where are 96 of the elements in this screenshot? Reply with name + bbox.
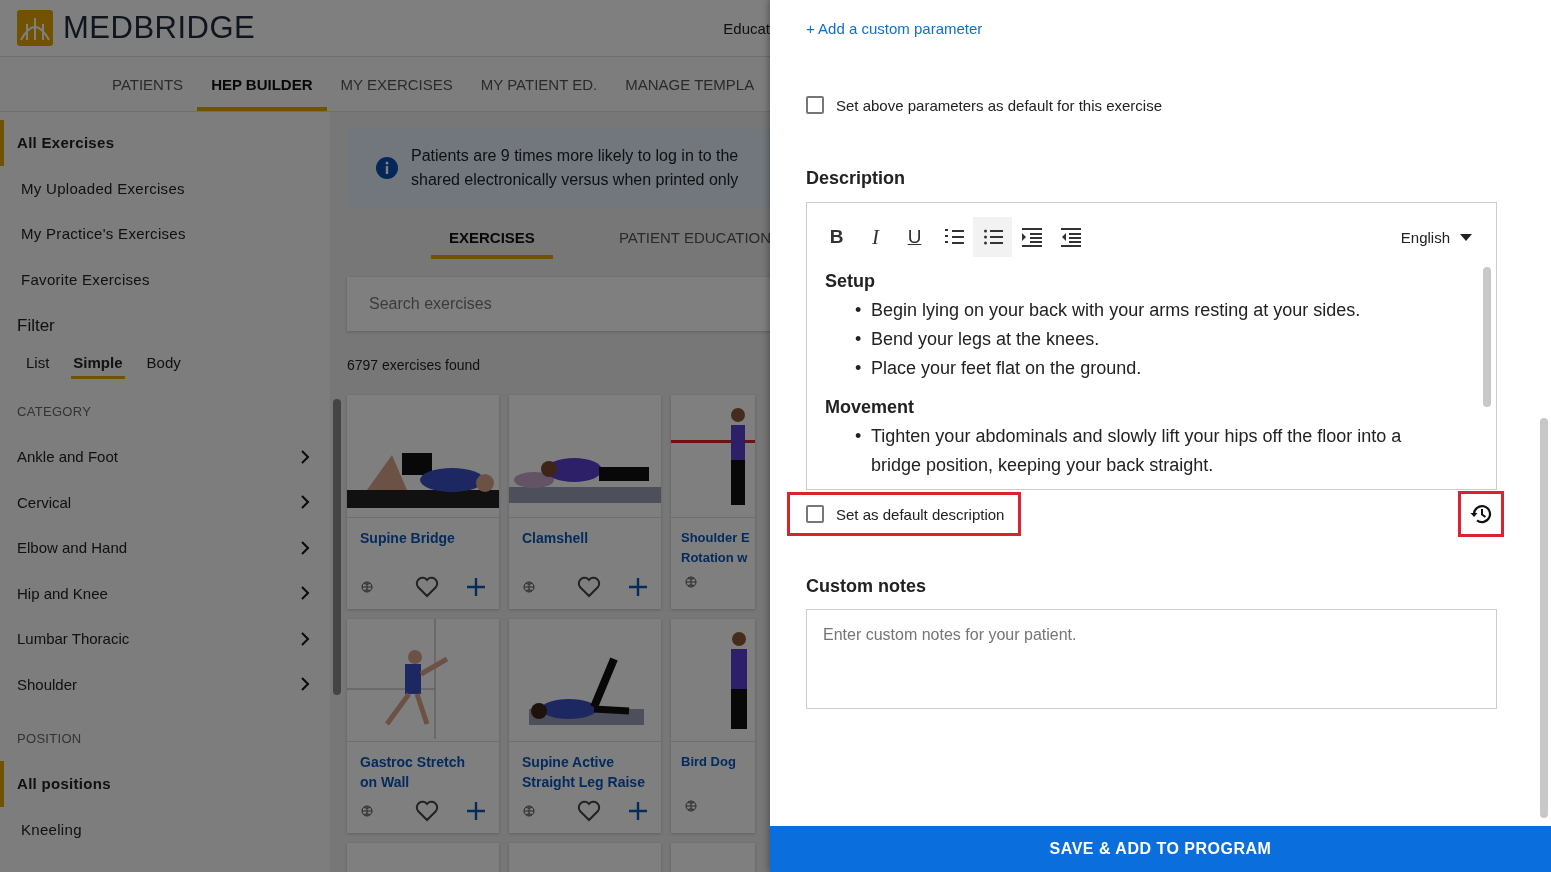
globe-icon — [523, 805, 535, 817]
chevron-right-icon — [300, 631, 310, 646]
instruction-item: Tighten your abdominals and slowly lift your hips off the floor into a bridge position, keeping your back straight. — [871, 425, 1403, 477]
header-menu-text[interactable]: Educat — [723, 19, 770, 37]
heart-icon[interactable] — [415, 800, 439, 822]
banner-text: shared electronically versus when printed only — [411, 169, 739, 190]
indent-icon — [1021, 227, 1042, 247]
save-button[interactable]: SAVE & ADD TO PROGRAM — [770, 826, 1551, 872]
underline-button[interactable]: U — [895, 217, 934, 257]
heart-icon[interactable] — [577, 800, 601, 822]
instruction-item: Bend your legs at the knees. — [871, 328, 1100, 351]
scrollbar-thumb[interactable] — [1483, 267, 1491, 407]
nav-tab[interactable]: MY PATIENT ED. — [466, 57, 612, 111]
chevron-right-icon — [300, 495, 310, 510]
scrollbar-thumb[interactable] — [1540, 418, 1548, 818]
exercise-card[interactable]: Supine Bridge — [347, 395, 499, 609]
bullet-marker: • — [855, 425, 861, 448]
filter-tab[interactable]: Body — [144, 352, 183, 379]
bullet-list-icon — [982, 227, 1003, 247]
banner-text: Patients are 9 times more likely to log in to the — [411, 145, 739, 166]
exercise-card[interactable]: Gastroc Stretch on Wall — [347, 619, 499, 833]
exercise-title[interactable]: Gastroc Stretch on Wall — [360, 752, 486, 792]
exercise-title[interactable]: Bird Dog — [681, 752, 755, 772]
result-count: 6797 exercises found — [347, 357, 482, 373]
position-heading: POSITION — [17, 731, 82, 746]
notes-heading: Custom notes — [806, 576, 927, 597]
globe-icon — [685, 800, 697, 812]
exercise-title[interactable]: Shoulder E Rotation w — [681, 528, 755, 568]
bullet-marker: • — [855, 357, 861, 380]
sidebar-item[interactable]: My Uploaded Exercises — [0, 165, 330, 211]
add-parameter-link[interactable]: + Add a custom parameter — [806, 20, 983, 37]
nav-tab[interactable]: MY EXERCISES — [326, 57, 467, 111]
bullet-marker: • — [855, 328, 861, 351]
numbered-list-icon — [943, 227, 964, 247]
outdent-icon — [1060, 227, 1081, 247]
filter-title: Filter — [17, 316, 55, 335]
bridge-logo-icon — [17, 10, 53, 46]
checkbox-label: Set as default description — [836, 505, 1005, 523]
scrollbar-thumb[interactable] — [333, 399, 341, 695]
chevron-right-icon — [300, 586, 310, 601]
exercise-title[interactable]: Clamshell — [522, 528, 648, 548]
filter-tab[interactable]: List — [24, 352, 52, 379]
sidebar-item[interactable]: My Practice's Exercises — [0, 211, 330, 257]
checkbox-label: Set above parameters as default for this exercise — [836, 96, 1162, 114]
logo-text[interactable]: MEDBRIDGE — [63, 10, 256, 46]
exercise-card[interactable]: Bird Dog — [671, 619, 755, 833]
instruction-item: Place your feet flat on the ground. — [871, 357, 1142, 380]
section-heading: Movement — [825, 397, 915, 418]
plus-icon[interactable] — [629, 802, 647, 820]
history-icon — [1469, 502, 1493, 526]
exercise-card[interactable]: Clamshell — [509, 395, 661, 609]
language-dropdown[interactable]: English — [1394, 227, 1478, 247]
category-item[interactable]: Cervical — [17, 493, 72, 511]
nav-tab[interactable]: PATIENTS — [98, 57, 198, 111]
heart-icon[interactable] — [415, 576, 439, 598]
position-item[interactable]: Kneeling — [0, 806, 330, 852]
instruction-item: Begin lying on your back with your arms resting at your sides. — [871, 299, 1361, 322]
checkbox[interactable] — [806, 96, 824, 114]
globe-icon — [685, 576, 697, 588]
notes-field[interactable]: Enter custom notes for your patient. — [806, 609, 1497, 709]
heart-icon[interactable] — [577, 576, 601, 598]
chevron-right-icon — [300, 449, 310, 464]
exercise-title[interactable]: Supine Bridge — [360, 528, 486, 548]
plus-icon[interactable] — [467, 578, 485, 596]
search-field[interactable]: Search exercises — [347, 277, 770, 331]
category-item[interactable]: Shoulder — [17, 675, 78, 693]
exercise-title[interactable]: Supine Active Straight Leg Raise — [522, 752, 648, 792]
globe-icon — [523, 581, 535, 593]
exercise-card[interactable]: Supine Active Straight Leg Raise — [509, 619, 661, 833]
checkbox[interactable] — [806, 505, 824, 523]
category-heading: CATEGORY — [17, 404, 92, 419]
category-item[interactable]: Lumbar Thoracic — [17, 630, 130, 648]
sidebar-item[interactable]: Favorite Exercises — [0, 256, 330, 302]
filter-tab[interactable]: Simple — [71, 352, 125, 379]
category-item[interactable]: Elbow and Hand — [17, 539, 128, 557]
nav-tab[interactable]: MANAGE TEMPLA — [611, 57, 769, 111]
italic-button[interactable]: I — [856, 217, 895, 257]
history-button[interactable] — [1461, 494, 1501, 534]
content-tab[interactable]: EXERCISES — [431, 219, 553, 259]
info-icon — [375, 155, 399, 180]
bullet-list-button[interactable] — [973, 217, 1012, 257]
exercise-card[interactable]: Shoulder E Rotation w — [671, 395, 755, 609]
content-tab[interactable]: PATIENT EDUCATION — [600, 219, 770, 259]
bullet-marker: • — [855, 299, 861, 322]
globe-icon — [361, 805, 373, 817]
description-heading: Description — [806, 168, 907, 189]
plus-icon[interactable] — [629, 578, 647, 596]
chevron-right-icon — [300, 540, 310, 555]
bold-button[interactable]: B — [817, 217, 856, 257]
chevron-right-icon — [300, 677, 310, 692]
caret-icon — [1460, 233, 1472, 241]
category-item[interactable]: Ankle and Foot — [17, 448, 118, 466]
globe-icon — [361, 581, 373, 593]
plus-icon[interactable] — [467, 802, 485, 820]
section-heading: Setup — [825, 271, 876, 292]
category-item[interactable]: Hip and Knee — [17, 584, 108, 602]
